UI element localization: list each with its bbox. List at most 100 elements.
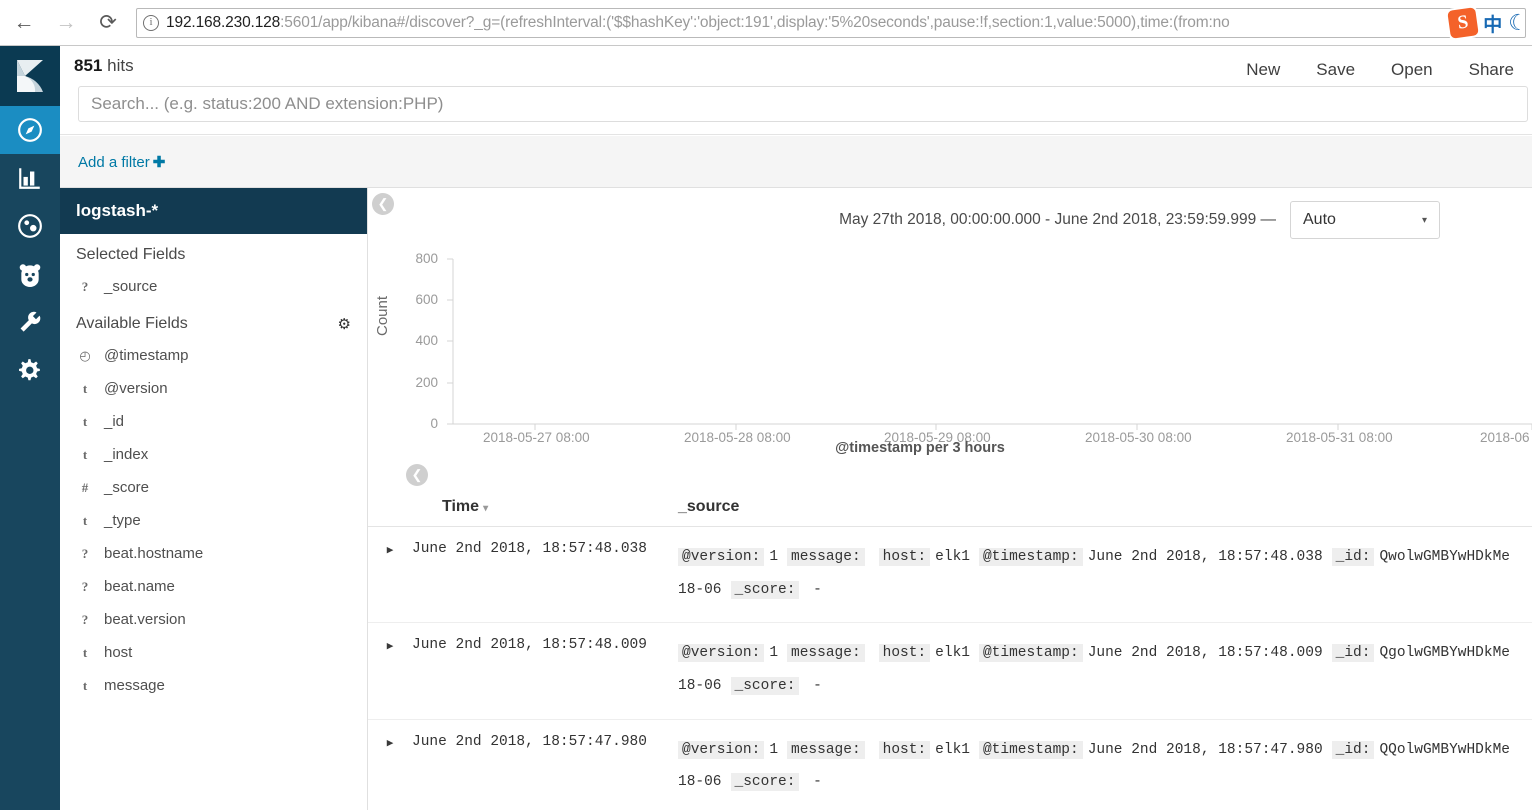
sidebar-item-visualize[interactable] <box>0 154 60 202</box>
source-field-value: QgolwGMBYwHDkMe <box>1379 645 1510 662</box>
sidebar-item-timelion[interactable] <box>0 250 60 298</box>
chart-axes <box>447 258 1532 430</box>
index-pattern-selector[interactable]: logstash-* <box>60 188 367 234</box>
field-name-label: _score <box>104 479 150 496</box>
source-field-key: _id: <box>1331 740 1375 759</box>
field-item-version[interactable]: t @version <box>60 372 367 405</box>
field-sidebar: logstash-* Selected Fields ? _source Avai… <box>60 188 368 810</box>
field-type-icon: t <box>82 677 88 693</box>
gear-icon <box>19 359 40 381</box>
field-item-source[interactable]: ? _source <box>60 270 367 303</box>
field-item-timestamp[interactable]: ◴ @timestamp <box>60 339 367 372</box>
triangle-right-icon[interactable]: ▶ <box>368 637 412 702</box>
field-item-index[interactable]: t _index <box>60 438 367 471</box>
time-picker-row: May 27th 2018, 00:00:00.000 - June 2nd 2… <box>368 194 1532 246</box>
interval-value: Auto <box>1303 211 1336 228</box>
column-header-source[interactable]: _source <box>678 498 1532 516</box>
reload-icon[interactable]: ⟳ <box>90 5 126 41</box>
source-field-key: @timestamp: <box>978 644 1083 663</box>
field-item-beatname[interactable]: ? beat.name <box>60 570 367 603</box>
selected-fields-header: Selected Fields <box>60 234 367 270</box>
selected-fields-label: Selected Fields <box>76 246 186 263</box>
table-row[interactable]: ▶ June 2nd 2018, 18:57:47.980 @version: 1 me… <box>368 720 1532 810</box>
source-wrap-text: 18-06 <box>678 774 722 791</box>
field-item-score[interactable]: # _score <box>60 471 367 504</box>
info-circle-icon[interactable]: i <box>143 14 159 31</box>
table-body: ▶ June 2nd 2018, 18:57:48.038 @version: 1 me… <box>368 527 1532 810</box>
field-settings-gear-icon[interactable]: ⚙ <box>338 315 351 333</box>
field-type-icon: t <box>82 644 88 660</box>
source-wrap-text: 18-06 <box>678 677 722 694</box>
column-header-time[interactable]: Time ▾ <box>368 498 678 516</box>
table-header-row: Time ▾ _source <box>368 494 1532 527</box>
save-button[interactable]: Save <box>1298 54 1373 86</box>
sidebar-item-dev-tools[interactable] <box>0 298 60 346</box>
field-name-label: _source <box>104 278 158 295</box>
chevron-down-icon: ▾ <box>1421 214 1427 226</box>
forward-icon: → <box>55 10 77 34</box>
x-axis-label: @timestamp per 3 hours <box>835 440 1005 456</box>
discover-top-menu: New Save Open Share <box>1228 54 1532 86</box>
field-item-host[interactable]: t host <box>60 636 367 669</box>
ime-language-indicator[interactable]: 中 <box>1483 10 1502 37</box>
compass-icon <box>18 118 42 142</box>
kibana-logo[interactable] <box>0 46 60 106</box>
url-host: 192.168.230.128 <box>166 13 281 31</box>
interval-select[interactable]: Auto ▾ <box>1290 201 1440 239</box>
sidebar-item-management[interactable] <box>0 346 60 394</box>
plus-icon: ✚ <box>152 153 166 171</box>
table-row[interactable]: ▶ June 2nd 2018, 18:57:48.038 @version: 1 me… <box>368 527 1532 624</box>
source-field-key: _id: <box>1331 548 1375 566</box>
source-field-key: @version: <box>678 548 765 566</box>
source-field-value: 1 <box>769 741 779 758</box>
source-field-key: @timestamp: <box>978 548 1083 566</box>
filter-bar: Add a filter ✚ <box>60 136 1532 188</box>
source-field-key: host: <box>878 740 931 759</box>
field-type-icon: t <box>82 413 88 429</box>
chevron-up-circle-icon[interactable]: ❮ <box>406 464 428 486</box>
source-field-value: elk1 <box>935 741 970 758</box>
field-item-beatversion[interactable]: ? beat.version <box>60 603 367 636</box>
available-fields-list: ◴ @timestamp t @version t _id t _index # _score t _… <box>60 339 367 702</box>
field-item-beathostname[interactable]: ? beat.hostname <box>60 537 367 570</box>
source-field-value: June 2nd 2018, 18:57:48.038 <box>1087 549 1323 565</box>
address-bar[interactable]: i 192.168.230.128:5601/app/kibana#/disco… <box>136 7 1526 38</box>
back-icon[interactable]: ← <box>6 5 42 41</box>
selected-fields-list: ? _source <box>60 270 367 303</box>
global-nav <box>0 46 60 810</box>
share-button[interactable]: Share <box>1451 54 1532 86</box>
source-field-key: host: <box>878 548 931 566</box>
source-field-value: June 2nd 2018, 18:57:48.009 <box>1087 645 1323 662</box>
add-filter-button[interactable]: Add a filter ✚ <box>78 153 165 171</box>
source-field-key: _score: <box>730 676 800 695</box>
field-item-type[interactable]: t _type <box>60 504 367 537</box>
table-row[interactable]: ▶ June 2nd 2018, 18:57:48.009 @version: 1 me… <box>368 623 1532 720</box>
bar-chart-icon <box>19 168 40 189</box>
source-field-value: elk1 <box>935 645 970 662</box>
sidebar-item-discover[interactable] <box>0 106 60 154</box>
source-field-value: 1 <box>769 645 779 662</box>
new-button[interactable]: New <box>1228 54 1298 86</box>
sort-caret-icon: ▾ <box>483 503 489 514</box>
sogou-ime-icon[interactable]: S <box>1447 7 1480 39</box>
field-name-label: @timestamp <box>104 347 189 364</box>
triangle-right-icon[interactable]: ▶ <box>368 541 412 606</box>
triangle-right-icon[interactable]: ▶ <box>368 734 412 799</box>
source-field-key: _score: <box>730 773 800 792</box>
search-input[interactable] <box>78 86 1528 122</box>
row-time-cell: June 2nd 2018, 18:57:48.038 <box>412 541 647 557</box>
field-type-icon: ? <box>81 278 89 294</box>
moon-icon[interactable]: ☾ <box>1508 10 1528 36</box>
ime-tray: S 中 ☾ <box>1447 0 1532 46</box>
field-item-message[interactable]: t message <box>60 669 367 702</box>
field-name-label: beat.version <box>104 611 186 628</box>
time-range-label[interactable]: May 27th 2018, 00:00:00.000 - June 2nd 2… <box>839 211 1276 229</box>
field-item-id[interactable]: t _id <box>60 405 367 438</box>
sidebar-item-dashboard[interactable] <box>0 202 60 250</box>
open-button[interactable]: Open <box>1373 54 1451 86</box>
histogram-chart[interactable]: Count 800 600 400 200 0 2018-05-27 08:00 2018… <box>368 244 1532 456</box>
source-field-key: @timestamp: <box>978 740 1083 759</box>
dashboard-globe-icon <box>18 214 42 238</box>
source-field-value: - <box>804 774 822 791</box>
source-field-value: QQolwGMBYwHDkMe <box>1379 741 1510 758</box>
